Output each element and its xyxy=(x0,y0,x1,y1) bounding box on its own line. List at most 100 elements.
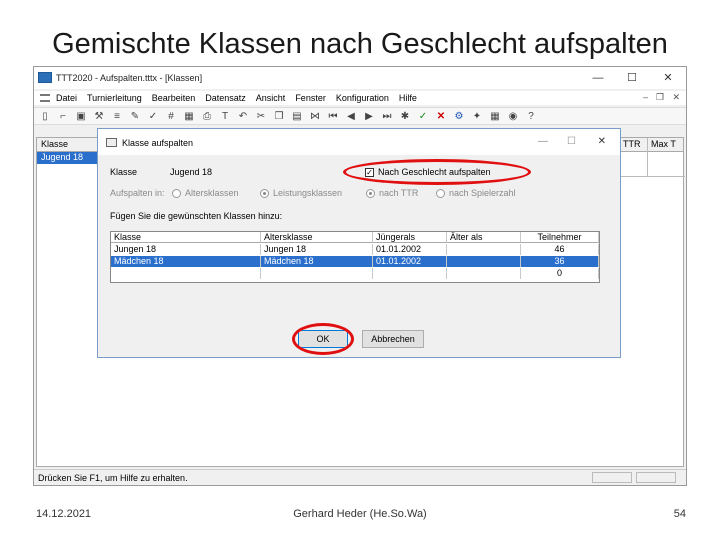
cell-teilnehmer[interactable]: 46 xyxy=(521,244,599,255)
dialog-minimize-button[interactable]: — xyxy=(538,136,548,147)
mdi-restore-button[interactable]: ❐ xyxy=(656,92,664,103)
cell-klasse[interactable]: Jungen 18 xyxy=(111,244,261,255)
undo-icon[interactable]: ↶ xyxy=(236,110,250,123)
menu-ansicht[interactable]: Ansicht xyxy=(256,93,286,103)
column-header-juenger-als[interactable]: Jüngerals xyxy=(373,232,447,243)
aufspalten-label: Aufspalten in: xyxy=(110,188,165,198)
minimize-button[interactable]: — xyxy=(584,70,612,86)
column-header-altersklasse[interactable]: Altersklasse xyxy=(261,232,373,243)
cell-teilnehmer[interactable]: 36 xyxy=(521,256,599,267)
app-icon xyxy=(38,72,52,83)
cell-teilnehmer[interactable]: 0 xyxy=(521,268,599,279)
paste-icon[interactable]: ▤ xyxy=(290,110,304,123)
text-tool-icon[interactable]: T xyxy=(218,110,232,123)
radio-leistungsklassen[interactable] xyxy=(260,189,269,198)
klasse-label: Klasse xyxy=(110,167,138,177)
window-titlebar[interactable]: TTT2020 - Aufspalten.tttx - [Klassen] — … xyxy=(34,67,686,89)
radio-altersklassen-label[interactable]: Altersklassen xyxy=(185,188,239,198)
column-header-aelter-als[interactable]: Älter als xyxy=(447,232,521,243)
radio-altersklassen[interactable] xyxy=(172,189,181,198)
table-icon[interactable]: ▦ xyxy=(182,110,196,123)
star-icon[interactable]: ✦ xyxy=(470,110,484,123)
menu-datensatz[interactable]: Datensatz xyxy=(205,93,246,103)
menu-hilfe[interactable]: Hilfe xyxy=(399,93,417,103)
toolbar: ▯ ⌐ ▣ ⚒ ≡ ✎ ✓ # ▦ ⎙ T ↶ ✂ ❐ ▤ ⋈ ⏮ ◀ ▶ ⏭ … xyxy=(34,107,686,125)
eye-icon[interactable]: ◉ xyxy=(506,110,520,123)
open-icon[interactable]: ⌐ xyxy=(56,110,70,123)
footer-page-number: 54 xyxy=(673,508,686,520)
cell-aelter-als[interactable] xyxy=(447,256,521,267)
cell-juenger-als[interactable] xyxy=(373,268,447,279)
radio-leistungsklassen-label[interactable]: Leistungsklassen xyxy=(273,188,342,198)
slide-title: Gemischte Klassen nach Geschlecht aufspa… xyxy=(52,28,668,60)
previous-record-icon[interactable]: ◀ xyxy=(344,110,358,123)
table-row[interactable]: 0 xyxy=(111,268,599,279)
grid-divider xyxy=(647,138,648,176)
first-record-icon[interactable]: ⏮ xyxy=(326,110,340,123)
edit-icon[interactable]: ✎ xyxy=(128,110,142,123)
cell-altersklasse[interactable]: Mädchen 18 xyxy=(261,256,373,267)
classes-table[interactable]: Klasse Altersklasse Jüngerals Älter als … xyxy=(110,231,600,283)
radio-nach-ttr-label[interactable]: nach TTR xyxy=(379,188,418,198)
delete-icon[interactable]: ✕ xyxy=(434,110,448,123)
cut-icon[interactable]: ✂ xyxy=(254,110,268,123)
copy-icon[interactable]: ❐ xyxy=(272,110,286,123)
menu-grip-icon xyxy=(40,94,50,102)
cell-altersklasse[interactable] xyxy=(261,268,373,279)
last-record-icon[interactable]: ⏭ xyxy=(380,110,394,123)
cancel-button[interactable]: Abbrechen xyxy=(362,330,424,348)
status-pane xyxy=(592,472,632,483)
cell-aelter-als[interactable] xyxy=(447,244,521,255)
menu-datei[interactable]: Datei xyxy=(56,93,77,103)
grid-header-klasse[interactable]: Klasse xyxy=(41,139,68,149)
mdi-close-button[interactable]: ✕ xyxy=(672,92,680,103)
tools-icon[interactable]: ⚒ xyxy=(92,110,106,123)
classes-list-label: Fügen Sie die gewünschten Klassen hinzu: xyxy=(110,211,283,221)
cell-klasse[interactable] xyxy=(111,268,261,279)
menu-konfiguration[interactable]: Konfiguration xyxy=(336,93,389,103)
new-document-icon[interactable]: ▯ xyxy=(38,110,52,123)
radio-nach-spielerzahl-label[interactable]: nach Spielerzahl xyxy=(449,188,516,198)
check-icon[interactable]: ✓ xyxy=(146,110,160,123)
grid-view-icon[interactable]: ▦ xyxy=(488,110,502,123)
menu-bearbeiten[interactable]: Bearbeiten xyxy=(152,93,196,103)
menu-fenster[interactable]: Fenster xyxy=(295,93,326,103)
grid-header-ttr[interactable]: TTR xyxy=(623,139,641,149)
dialog-titlebar[interactable]: Klasse aufspalten — ☐ ✕ xyxy=(98,129,620,155)
cell-juenger-als[interactable]: 01.01.2002 xyxy=(373,244,447,255)
cell-klasse[interactable]: Mädchen 18 xyxy=(111,256,261,267)
cell-altersklasse[interactable]: Jungen 18 xyxy=(261,244,373,255)
highlight-ellipse-checkbox xyxy=(343,159,531,185)
cell-juenger-als[interactable]: 01.01.2002 xyxy=(373,256,447,267)
grid-header-max[interactable]: Max T xyxy=(651,139,676,149)
grid-icon[interactable]: # xyxy=(164,110,178,123)
column-header-klasse[interactable]: Klasse xyxy=(111,232,261,243)
status-pane xyxy=(636,472,676,483)
list-icon[interactable]: ≡ xyxy=(110,110,124,123)
filter-icon[interactable]: ⋈ xyxy=(308,110,322,123)
dialog-maximize-button[interactable]: ☐ xyxy=(567,136,576,147)
radio-nach-spielerzahl[interactable] xyxy=(436,189,445,198)
table-row-selected[interactable]: Mädchen 18 Mädchen 18 01.01.2002 36 xyxy=(111,256,599,267)
dialog-icon xyxy=(106,138,117,147)
next-record-icon[interactable]: ▶ xyxy=(362,110,376,123)
close-button[interactable]: ✕ xyxy=(654,70,682,86)
table-header-row: Klasse Altersklasse Jüngerals Älter als … xyxy=(111,232,599,243)
help-icon[interactable]: ? xyxy=(524,110,538,123)
add-record-icon[interactable]: ✱ xyxy=(398,110,412,123)
radio-nach-ttr[interactable] xyxy=(366,189,375,198)
cell-aelter-als[interactable] xyxy=(447,268,521,279)
dialog-title: Klasse aufspalten xyxy=(122,138,194,148)
accept-icon[interactable]: ✓ xyxy=(416,110,430,123)
klasse-value: Jugend 18 xyxy=(170,167,213,177)
klasse-aufspalten-dialog: Klasse aufspalten — ☐ ✕ Klasse Jugend 18… xyxy=(97,128,621,358)
dialog-close-button[interactable]: ✕ xyxy=(598,136,606,147)
mdi-minimize-button[interactable]: – xyxy=(643,92,648,102)
print-icon[interactable]: ⎙ xyxy=(200,110,214,123)
table-row[interactable]: Jungen 18 Jungen 18 01.01.2002 46 xyxy=(111,244,599,255)
menu-turnierleitung[interactable]: Turnierleitung xyxy=(87,93,142,103)
settings-icon[interactable]: ⚙ xyxy=(452,110,466,123)
maximize-button[interactable]: ☐ xyxy=(618,70,646,86)
column-header-teilnehmer[interactable]: Teilnehmer xyxy=(521,232,599,243)
save-icon[interactable]: ▣ xyxy=(74,110,88,123)
